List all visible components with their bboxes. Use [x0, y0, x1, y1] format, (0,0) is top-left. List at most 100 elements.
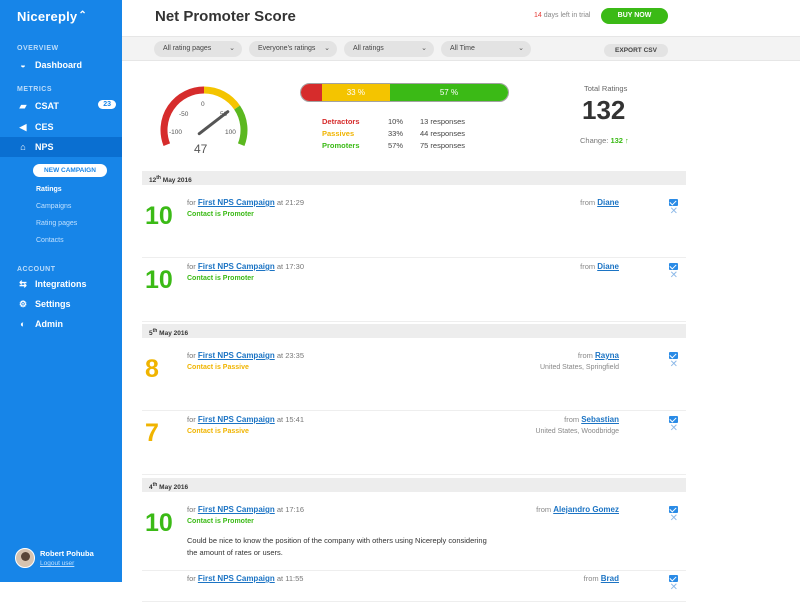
trial-notice: 14 days left in trial — [534, 12, 590, 19]
campaign-link[interactable]: First NPS Campaign — [198, 505, 275, 514]
metrics-section-label: METRICS — [17, 86, 52, 93]
chevron-down-icon: ⌄ — [518, 45, 524, 52]
nps-breakdown: Detractors 10% 13 responses Passives 33%… — [322, 116, 465, 152]
rating-campaign-line: for First NPS Campaign at 17:30 — [187, 262, 304, 271]
mail-icon[interactable] — [669, 416, 678, 423]
main-content: Net Promoter Score 14 days left in trial… — [122, 0, 800, 602]
rating-from: from Sebastian — [564, 415, 619, 424]
passives-segment: 33 % — [321, 84, 390, 101]
mail-icon[interactable] — [669, 352, 678, 359]
rating-campaign-line: for First NPS Campaign at 23:35 — [187, 351, 304, 360]
page-title: Net Promoter Score — [155, 8, 296, 25]
detractors-row: Detractors 10% 13 responses — [322, 117, 466, 126]
mail-icon[interactable] — [669, 506, 678, 513]
everyones-ratings-filter[interactable]: Everyone's ratings ⌄ — [249, 41, 337, 57]
overview-section-label: OVERVIEW — [17, 45, 59, 52]
rating-score: 7 — [145, 419, 159, 447]
mail-icon[interactable] — [669, 575, 678, 582]
contact-link[interactable]: Rayna — [595, 351, 619, 360]
close-icon[interactable]: ✕ — [670, 206, 678, 217]
avatar — [15, 548, 35, 568]
campaign-link[interactable]: First NPS Campaign — [198, 351, 275, 360]
logout-link[interactable]: Logout user — [40, 560, 94, 567]
user-panel: Robert Pohuba Logout user — [15, 548, 94, 568]
new-campaign-button[interactable]: NEW CAMPAIGN — [33, 164, 107, 177]
sidebar-item-integrations[interactable]: ⇆ Integrations — [0, 274, 122, 294]
change-indicator: Change: 132 ↑ — [580, 136, 629, 145]
close-icon[interactable]: ✕ — [670, 270, 678, 281]
campaign-link[interactable]: First NPS Campaign — [198, 262, 275, 271]
gear-icon: ⚙ — [18, 298, 28, 309]
rating-campaign-line: for First NPS Campaign at 15:41 — [187, 415, 304, 424]
sidebar: Nicereply⌃ OVERVIEW ◒ Dashboard METRICS ▰… — [0, 0, 122, 582]
subnav-rating-pages[interactable]: Rating pages — [36, 220, 77, 227]
contact-link[interactable]: Alejandro Gomez — [553, 505, 619, 514]
trial-text: days left in trial — [543, 12, 591, 19]
campaign-link[interactable]: First NPS Campaign — [198, 415, 275, 424]
contact-link[interactable]: Sebastian — [581, 415, 619, 424]
close-icon[interactable]: ✕ — [670, 423, 678, 434]
nps-icon: ⌂ — [20, 142, 26, 152]
subnav-ratings[interactable]: Ratings — [36, 186, 62, 193]
sidebar-item-csat[interactable]: ▰ CSAT 23 — [0, 96, 122, 116]
campaign-link[interactable]: First NPS Campaign — [198, 198, 275, 207]
sidebar-item-admin[interactable]: ◐ Admin — [0, 314, 122, 334]
total-ratings-value: 132 — [582, 95, 626, 125]
rating-campaign-line: for First NPS Campaign at 17:16 — [187, 505, 304, 514]
nps-distribution-bar: 33 % 57 % — [300, 83, 509, 102]
subnav-contacts[interactable]: Contacts — [36, 237, 64, 244]
rating-time: 23:35 — [285, 351, 304, 360]
rating-status: Contact is Passive — [187, 428, 249, 435]
contact-location: United States, Woodbridge — [535, 428, 619, 435]
close-icon[interactable]: ✕ — [670, 582, 678, 593]
speech-bubble-icon: ▰ — [19, 100, 27, 111]
subnav-campaigns[interactable]: Campaigns — [36, 203, 71, 210]
passives-row: Passives 33% 44 responses — [322, 129, 466, 138]
nps-score: 47 — [194, 142, 208, 156]
mail-icon[interactable] — [669, 263, 678, 270]
mail-icon[interactable] — [669, 199, 678, 206]
trial-days: 14 — [534, 12, 542, 19]
rating-score: 10 — [145, 266, 173, 294]
contact-link[interactable]: Diane — [597, 198, 619, 207]
sidebar-item-ces[interactable]: ◀ CES — [0, 117, 122, 137]
rating-pages-filter[interactable]: All rating pages ⌄ — [154, 41, 242, 57]
rating-time: 15:41 — [285, 415, 304, 424]
rating-row: 10 for First NPS Campaign at 17:16 Contact… — [142, 503, 686, 571]
rating-score: 10 — [145, 202, 173, 230]
rating-score: 8 — [145, 355, 159, 383]
buy-now-button[interactable]: BUY NOW — [601, 8, 668, 24]
ratings-filter[interactable]: All ratings ⌄ — [344, 41, 434, 57]
integrations-icon: ⇆ — [19, 278, 27, 289]
rating-from: from Diane — [580, 262, 619, 271]
rating-from: from Alejandro Gomez — [536, 505, 619, 514]
user-name: Robert Pohuba — [40, 549, 94, 558]
promoters-segment: 57 % — [389, 84, 508, 101]
time-filter[interactable]: All Time ⌄ — [441, 41, 531, 57]
chevron-down-icon: ⌄ — [229, 45, 235, 52]
logo[interactable]: Nicereply⌃ — [17, 9, 87, 24]
arrow-up-icon: ↑ — [622, 136, 629, 145]
gauge-yellow-arc — [203, 86, 240, 110]
chevron-down-icon: ⌄ — [324, 45, 330, 52]
rating-campaign-line: for First NPS Campaign at 21:29 — [187, 198, 304, 207]
contact-link[interactable]: Diane — [597, 262, 619, 271]
sidebar-item-nps[interactable]: ⌂ NPS — [0, 137, 122, 157]
sidebar-item-dashboard[interactable]: ◒ Dashboard — [0, 55, 122, 75]
rating-from: from Diane — [580, 198, 619, 207]
export-csv-button[interactable]: EXPORT CSV — [604, 44, 668, 57]
detractors-segment — [301, 84, 322, 101]
rating-time: 21:29 — [285, 198, 304, 207]
rating-row: 10 for First NPS Campaign at 21:29 Contact… — [142, 196, 686, 258]
rating-status: Contact is Promoter — [187, 211, 254, 218]
csat-count-badge: 23 — [98, 100, 116, 109]
rating-time: 17:30 — [285, 262, 304, 271]
close-icon[interactable]: ✕ — [670, 513, 678, 524]
sidebar-item-settings[interactable]: ⚙ Settings — [0, 294, 122, 314]
megaphone-icon: ◀ — [19, 121, 27, 132]
rating-row: for First NPS Campaign at 11:55 from Brad… — [142, 572, 686, 602]
promoters-row: Promoters 57% 75 responses — [322, 141, 466, 150]
gauge-tick-minus100: -100 — [169, 129, 183, 136]
contact-location: United States, Springfield — [540, 364, 619, 371]
close-icon[interactable]: ✕ — [670, 359, 678, 370]
